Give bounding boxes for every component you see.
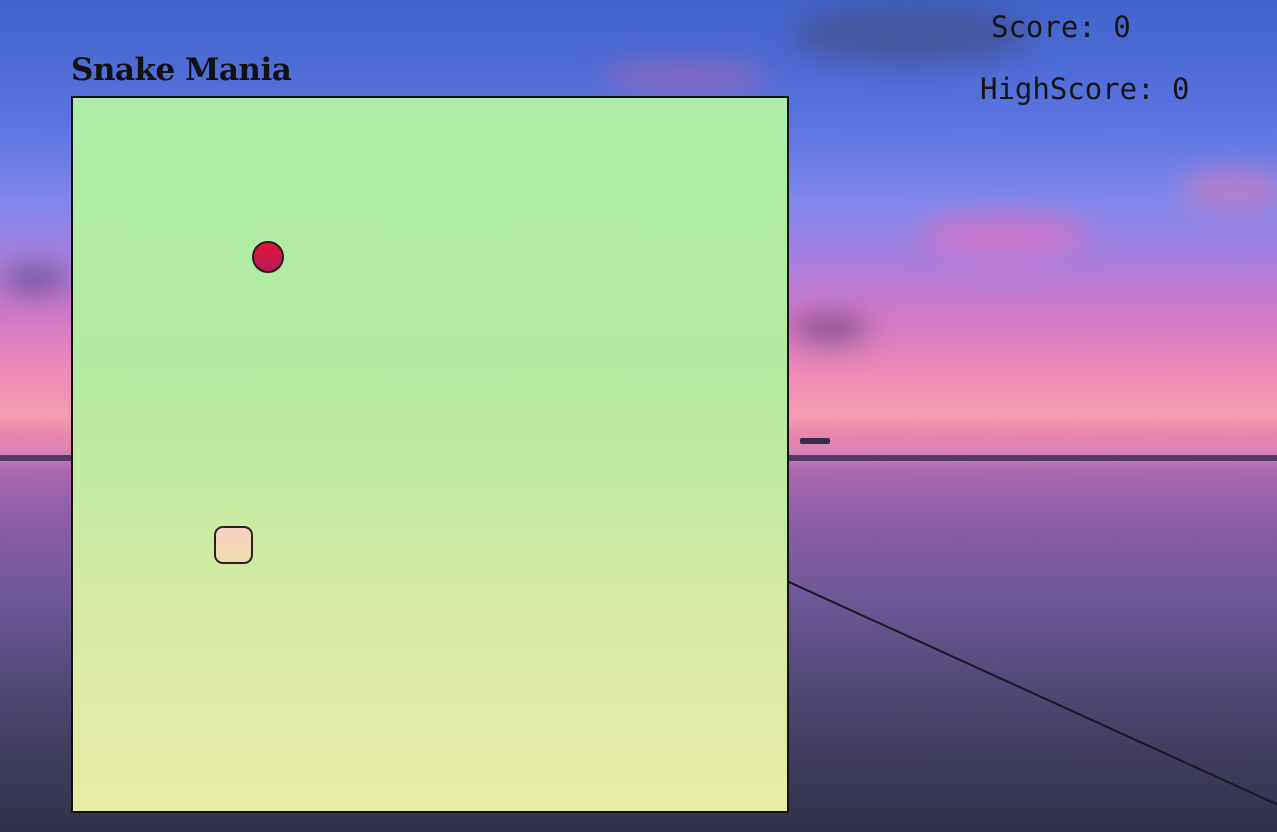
- background-cloud: [790, 315, 870, 343]
- highscore-display: HighScore: 0: [980, 72, 1190, 106]
- snake-head: [214, 526, 253, 564]
- background-cloud: [0, 265, 70, 295]
- background-boat: [800, 438, 830, 444]
- food-item: [252, 241, 284, 273]
- game-board[interactable]: [71, 96, 789, 813]
- game-title: Snake Mania: [71, 52, 292, 88]
- background-glow: [1180, 170, 1277, 210]
- background-rope: [786, 580, 1277, 819]
- background-cloud: [600, 60, 770, 95]
- background-glow: [920, 215, 1090, 255]
- score-display: Score: 0: [991, 10, 1131, 44]
